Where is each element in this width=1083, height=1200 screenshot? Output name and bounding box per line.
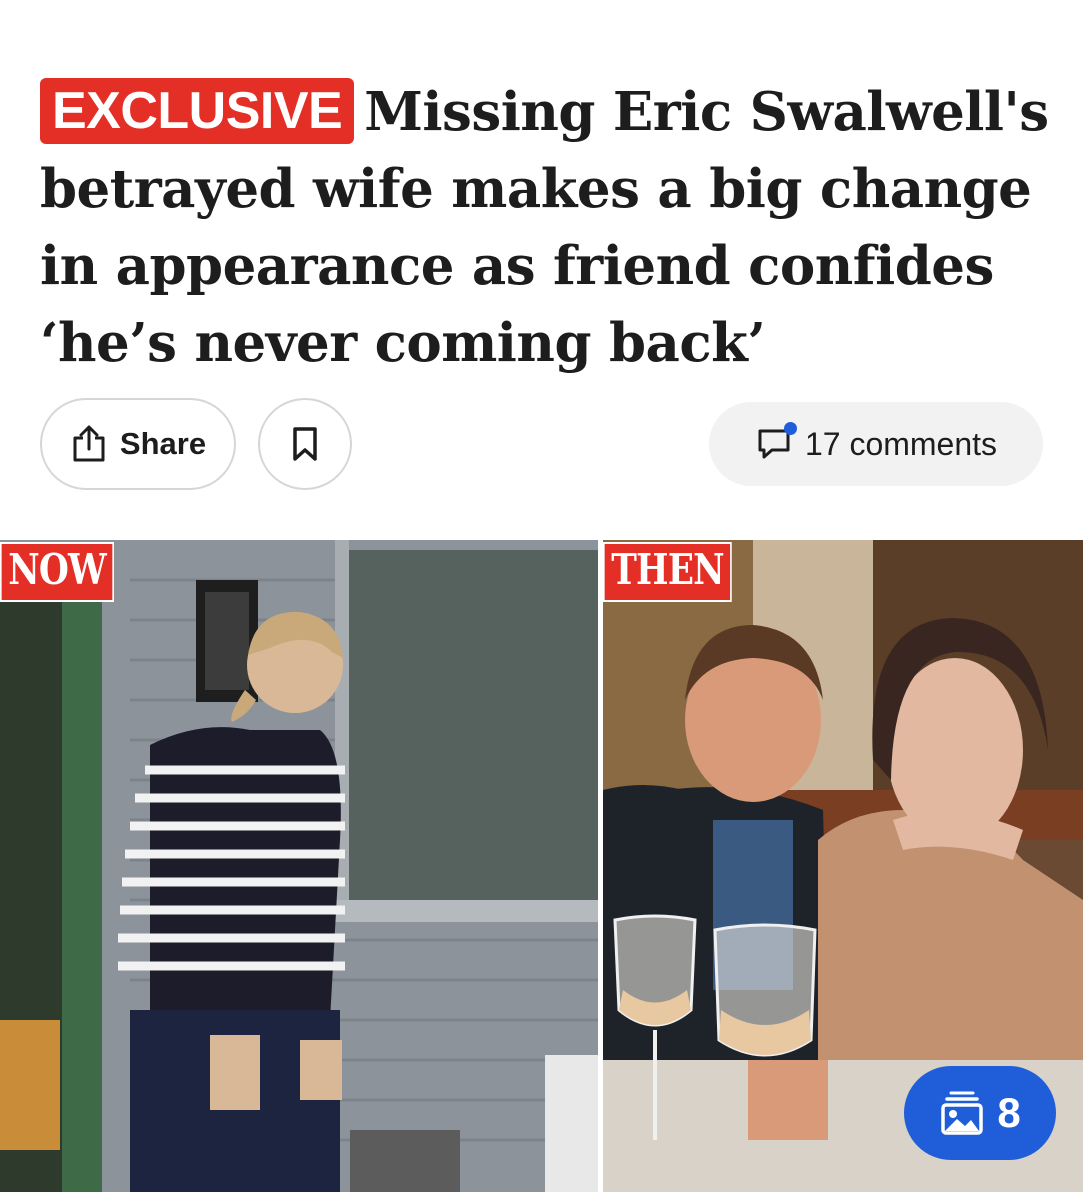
exclusive-badge: EXCLUSIVE [40,77,355,144]
comments-button[interactable]: 17 comments [709,402,1043,486]
unread-dot [783,422,797,435]
bookmark-button[interactable] [258,398,352,490]
photo-now[interactable]: NOW [0,540,598,1192]
share-label: Share [119,426,207,461]
photo-now-image [0,540,598,1192]
bookmark-icon [293,427,317,461]
gallery-count: 8 [997,1089,1021,1136]
then-label: THEN [603,542,733,602]
comment-icon [755,422,797,462]
comments-count-label: 17 comments [804,425,998,462]
gallery-button[interactable]: 8 [904,1066,1056,1160]
share-icon [73,425,105,462]
now-label: NOW [0,542,115,602]
article-headline: EXCLUSIVE Missing Eric Swalwell's betraye… [40,74,1050,382]
share-button[interactable]: Share [40,398,236,490]
article-actions: Share 17 comments [40,398,1043,490]
gallery-icon [941,1091,984,1135]
